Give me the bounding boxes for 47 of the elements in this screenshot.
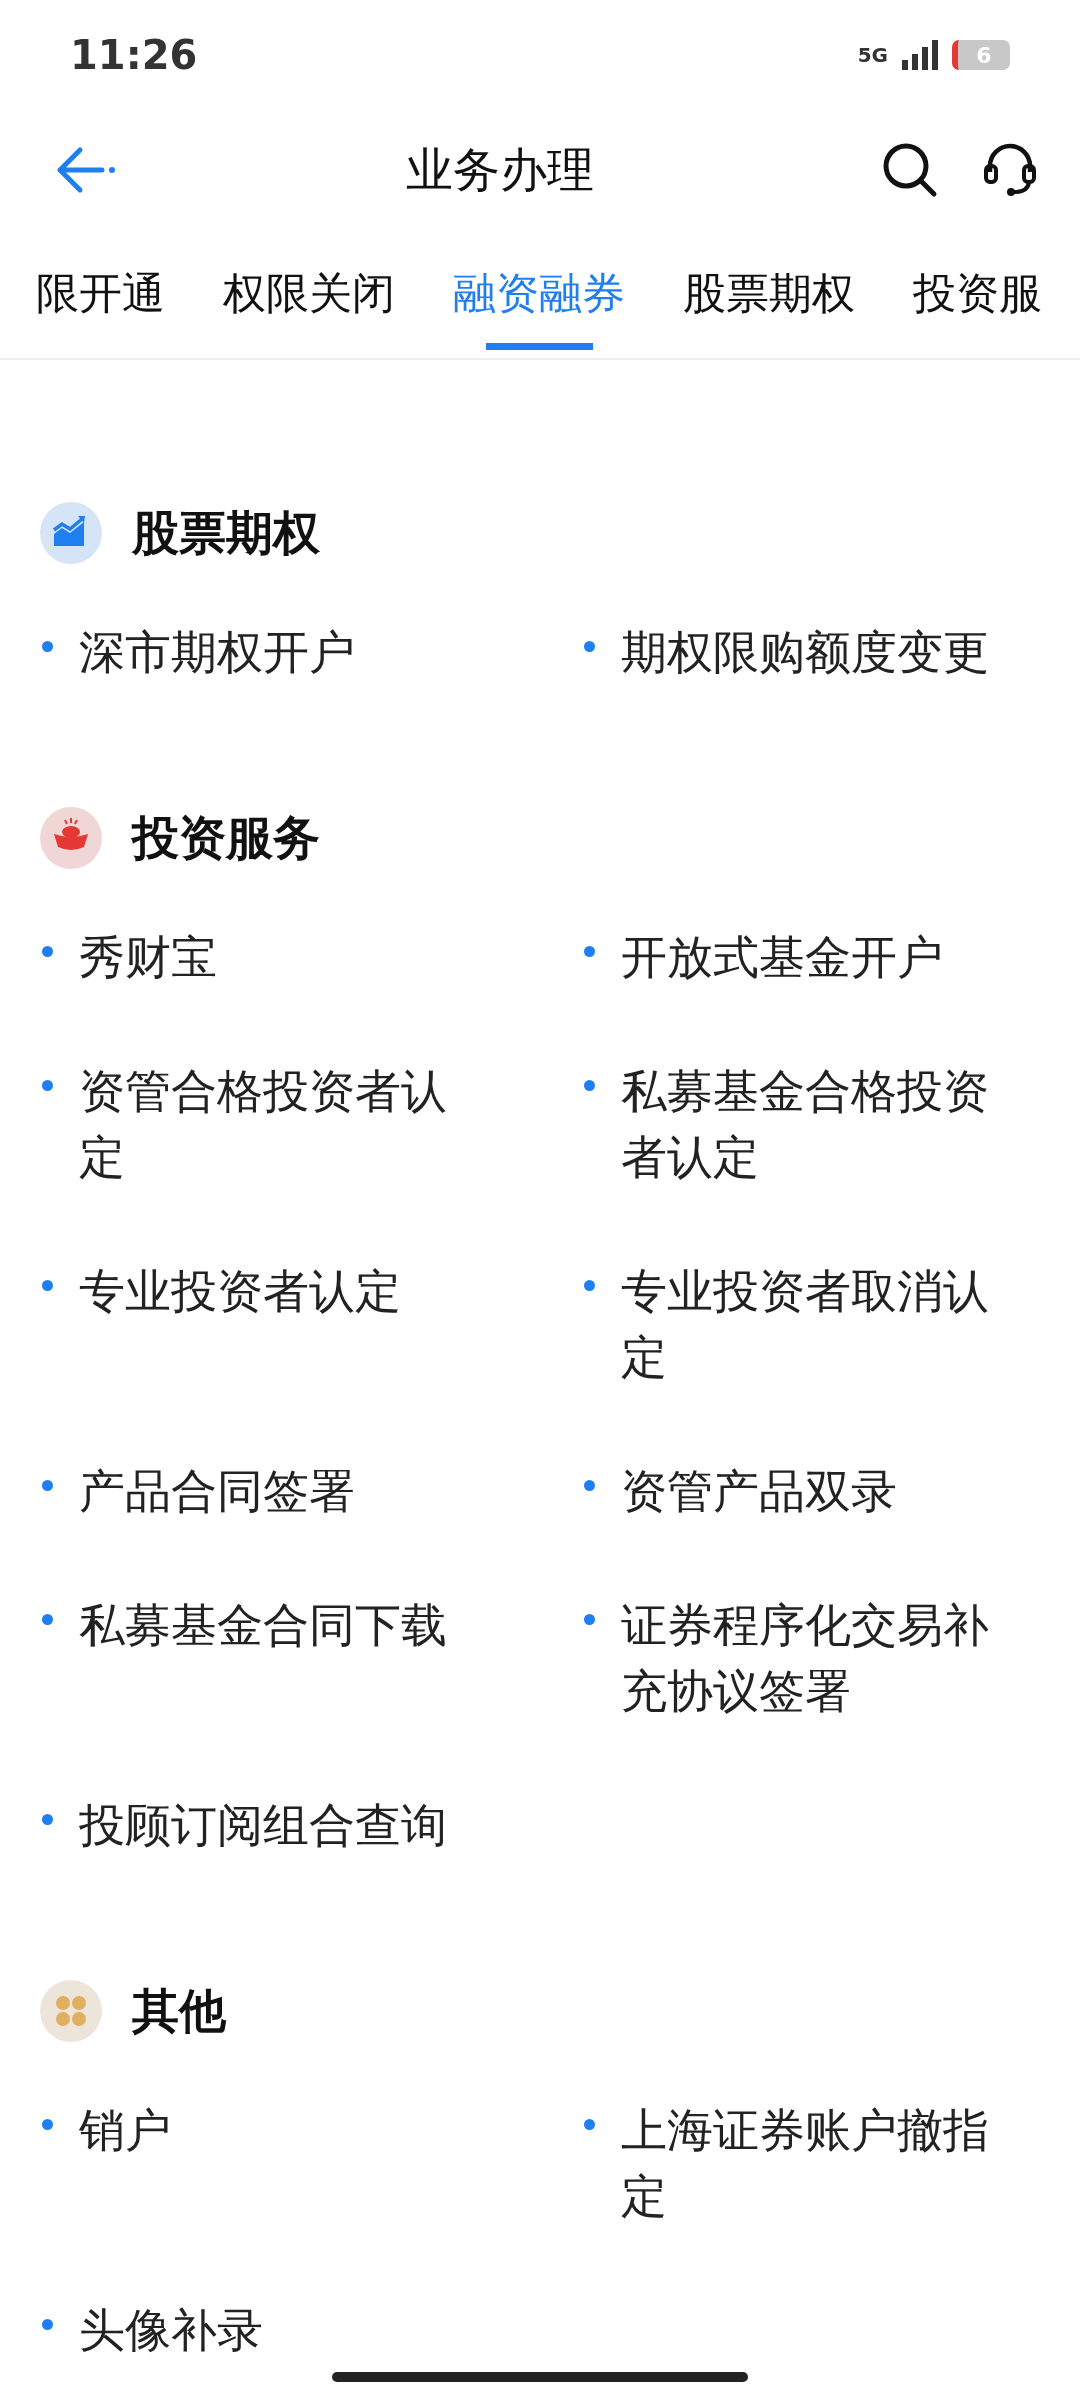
bullet-icon	[584, 641, 595, 652]
service-link[interactable]: 上海证券账户撤指定	[621, 2097, 1003, 2229]
network-type: 5G	[857, 45, 888, 65]
service-link[interactable]: 开放式基金开户	[621, 924, 1003, 990]
bullet-icon	[42, 946, 53, 957]
bullet-icon	[42, 1480, 53, 1491]
bullet-icon	[42, 2319, 53, 2330]
service-link[interactable]: 期权限购额度变更	[621, 619, 1003, 685]
clover-icon	[40, 1980, 102, 2042]
tab[interactable]: 融资融券	[453, 230, 625, 358]
service-link[interactable]: 资管合格投资者认定	[79, 1058, 461, 1190]
tab[interactable]: 投资服	[913, 230, 1042, 358]
service-link[interactable]: 投顾订阅组合查询	[79, 1792, 461, 1858]
chart-icon	[40, 502, 102, 564]
service-link[interactable]: 销户	[79, 2097, 461, 2163]
section-title: 其他	[132, 1981, 226, 2040]
service-link[interactable]: 证券程序化交易补充协议签署	[621, 1592, 1003, 1724]
status-time: 11:26	[70, 32, 198, 78]
bullet-icon	[42, 1280, 53, 1291]
bullet-icon	[42, 1614, 53, 1625]
page-title: 业务办理	[405, 140, 595, 199]
bullet-icon	[584, 1614, 595, 1625]
service-link[interactable]: 产品合同签署	[79, 1458, 461, 1524]
section-title: 股票期权	[132, 503, 320, 562]
bullet-icon	[584, 2119, 595, 2130]
bullet-icon	[42, 1814, 53, 1825]
bullet-icon	[584, 946, 595, 957]
bullet-icon	[42, 641, 53, 652]
tab[interactable]: 权限关闭	[223, 230, 395, 358]
service-link[interactable]: 专业投资者取消认定	[621, 1258, 1003, 1390]
bullet-icon	[584, 1080, 595, 1091]
signal-icon	[900, 40, 940, 70]
service-link[interactable]: 私募基金合格投资者认定	[621, 1058, 1003, 1190]
tab[interactable]: 股票期权	[683, 230, 855, 358]
bullet-icon	[42, 1080, 53, 1091]
bullet-icon	[584, 1480, 595, 1491]
tab[interactable]: 限开通	[36, 230, 165, 358]
bullet-icon	[584, 1280, 595, 1291]
service-link[interactable]: 专业投资者认定	[79, 1258, 461, 1324]
ingot-icon	[40, 807, 102, 869]
service-link[interactable]: 头像补录	[79, 2297, 461, 2363]
bullet-icon	[42, 2119, 53, 2130]
section-title: 投资服务	[132, 808, 320, 867]
service-link[interactable]: 资管产品双录	[621, 1458, 1003, 1524]
service-link[interactable]: 深市期权开户	[79, 619, 461, 685]
service-link[interactable]: 私募基金合同下载	[79, 1592, 461, 1658]
service-link[interactable]: 秀财宝	[79, 924, 461, 990]
